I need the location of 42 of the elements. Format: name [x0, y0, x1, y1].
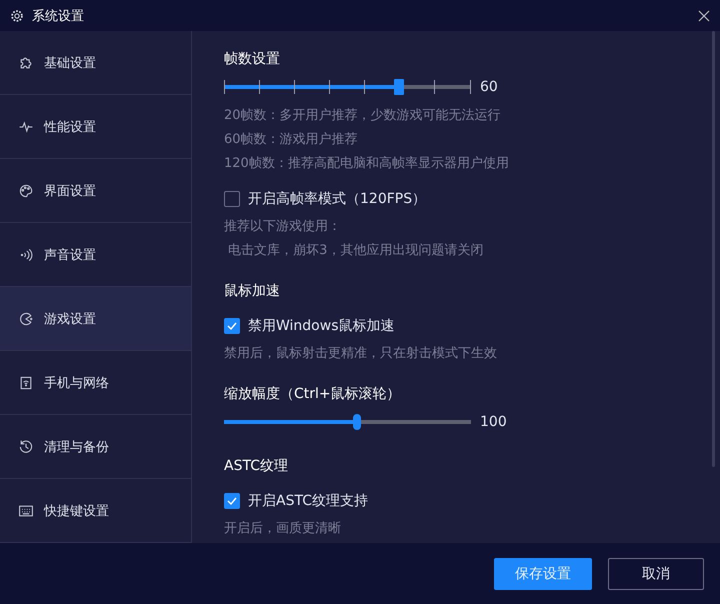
hint-text: 推荐以下游戏使用：: [224, 218, 342, 236]
close-icon[interactable]: [698, 10, 710, 22]
window-title: 系统设置: [32, 8, 84, 24]
slider-value: 100: [480, 414, 507, 430]
puzzle-icon: [18, 54, 34, 70]
hint-text: 120帧数：推荐高配电脑和高帧率显示器用户使用: [224, 155, 510, 173]
slider-thumb[interactable]: [353, 414, 362, 430]
keyboard-icon: [18, 502, 34, 518]
section-heading: 缩放幅度（Ctrl+鼠标滚轮）: [224, 385, 402, 404]
slider-value: 60: [480, 79, 498, 95]
section-heading: 帧数设置: [224, 50, 281, 69]
check-icon: [226, 320, 238, 332]
checkbox[interactable]: [224, 191, 240, 207]
hint-text: 60帧数：游戏用户推荐: [224, 131, 359, 149]
checkbox-label: 开启高帧率模式（120FPS）: [248, 190, 426, 208]
slider-track[interactable]: [224, 414, 471, 430]
hint-text: 20帧数：多开用户推荐，少数游戏可能无法运行: [224, 107, 502, 125]
sidebar-item[interactable]: 清理与备份: [0, 415, 191, 479]
hint-text: 电击文库，崩坏3，其他应用出现问题请关闭: [227, 242, 484, 260]
sidebar-item[interactable]: 游戏设置: [0, 287, 191, 351]
sidebar-item[interactable]: 手机与网络: [0, 351, 191, 415]
checkbox-label: 开启ASTC纹理支持: [248, 492, 368, 510]
checkbox[interactable]: [224, 493, 240, 509]
sound-icon: [18, 246, 34, 262]
sidebar-item[interactable]: 快捷键设置: [0, 479, 191, 543]
hint-text: 禁用后，鼠标射击更精准，只在射击模式下生效: [224, 345, 498, 363]
history-icon: [18, 438, 34, 454]
check-icon: [226, 495, 238, 507]
sidebar-item[interactable]: 性能设置: [0, 95, 191, 159]
game-icon: [18, 310, 34, 326]
section-heading: 鼠标加速: [224, 282, 281, 301]
checkbox-label: 禁用Windows鼠标加速: [248, 317, 394, 335]
settings-icon: [10, 8, 24, 22]
sidebar-item[interactable]: 界面设置: [0, 159, 191, 223]
section-heading: ASTC纹理: [224, 457, 289, 476]
slider-thumb[interactable]: [394, 79, 404, 95]
cancel-button[interactable]: 取消: [608, 558, 704, 590]
phone-icon: [18, 374, 34, 390]
palette-icon: [18, 182, 34, 198]
sidebar-item[interactable]: 基础设置: [0, 31, 191, 95]
hint-text: 开启后，画质更清晰: [224, 520, 342, 538]
checkbox[interactable]: [224, 318, 240, 334]
